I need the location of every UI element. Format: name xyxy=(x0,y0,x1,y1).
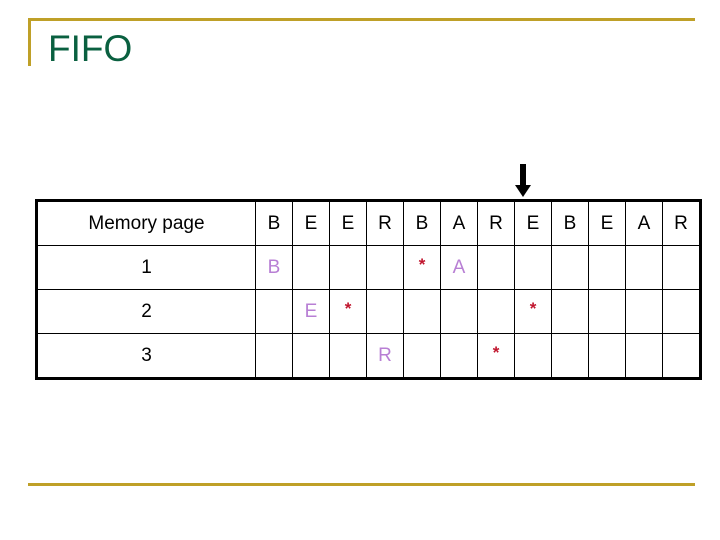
reference-string-cell-10: E xyxy=(588,200,626,246)
frame-1-step-3-cell xyxy=(329,245,367,290)
frame-3-step-5-cell xyxy=(403,333,441,379)
table-body: Memory page B E E R B A R E B E A R 1 B * A 2 E * * 3 R * xyxy=(36,200,701,379)
table-header-row: Memory page B E E R B A R E B E A R xyxy=(36,200,701,246)
frame-1-step-5-cell: * xyxy=(403,245,441,290)
title-accent-rule-top xyxy=(28,18,695,21)
frame-3-step-10-cell xyxy=(588,333,626,379)
page-frame-label-1: 1 xyxy=(36,245,256,290)
page-hit-star-icon: * xyxy=(529,298,537,318)
frame-1-step-4-cell xyxy=(366,245,404,290)
frame-2-step-3-cell: * xyxy=(329,289,367,334)
loaded-page-letter: E xyxy=(304,300,318,322)
title-accent-rule-left xyxy=(28,18,31,66)
frame-3-step-9-cell xyxy=(551,333,589,379)
reference-string-cell-11: A xyxy=(625,200,663,246)
frame-2-step-7-cell xyxy=(477,289,515,334)
reference-string-cell-2: E xyxy=(292,200,330,246)
frame-3-step-11-cell xyxy=(625,333,663,379)
frame-3-step-4-cell: R xyxy=(366,333,404,379)
frame-2-step-4-cell xyxy=(366,289,404,334)
frame-2-step-1-cell xyxy=(255,289,293,334)
frame-1-step-10-cell xyxy=(588,245,626,290)
table-row: 3 R * xyxy=(36,333,701,379)
loaded-page-letter: A xyxy=(452,256,466,278)
reference-string-cell-1: B xyxy=(255,200,293,246)
loaded-page-letter: B xyxy=(267,256,281,278)
frame-2-step-2-cell: E xyxy=(292,289,330,334)
frame-3-step-12-cell xyxy=(662,333,701,379)
frame-3-step-6-cell xyxy=(440,333,478,379)
reference-string-cell-4: R xyxy=(366,200,404,246)
down-arrow-icon xyxy=(513,164,533,198)
slide-header: FIFO xyxy=(0,0,720,120)
memory-page-header-label: Memory page xyxy=(36,200,256,246)
page-frame-label-2: 2 xyxy=(36,289,256,334)
frame-3-step-1-cell xyxy=(255,333,293,379)
page-frame-label-3: 3 xyxy=(36,333,256,379)
frame-3-step-7-cell: * xyxy=(477,333,515,379)
frame-3-step-3-cell xyxy=(329,333,367,379)
frame-2-step-5-cell xyxy=(403,289,441,334)
table-row: 1 B * A xyxy=(36,245,701,290)
page-hit-star-icon: * xyxy=(418,254,426,274)
frame-2-step-8-cell: * xyxy=(514,289,552,334)
frame-2-step-12-cell xyxy=(662,289,701,334)
frame-1-step-7-cell xyxy=(477,245,515,290)
table-row: 2 E * * xyxy=(36,289,701,334)
fifo-page-replacement-table: Memory page B E E R B A R E B E A R 1 B * A 2 E * * 3 R * xyxy=(35,199,702,380)
frame-2-step-11-cell xyxy=(625,289,663,334)
frame-1-step-2-cell xyxy=(292,245,330,290)
reference-string-cell-9: B xyxy=(551,200,589,246)
frame-2-step-10-cell xyxy=(588,289,626,334)
reference-string-cell-5: B xyxy=(403,200,441,246)
frame-1-step-12-cell xyxy=(662,245,701,290)
frame-1-step-1-cell: B xyxy=(255,245,293,290)
frame-1-step-6-cell: A xyxy=(440,245,478,290)
frame-2-step-9-cell xyxy=(551,289,589,334)
frame-1-step-9-cell xyxy=(551,245,589,290)
frame-3-step-8-cell xyxy=(514,333,552,379)
frame-2-step-6-cell xyxy=(440,289,478,334)
reference-string-cell-3: E xyxy=(329,200,367,246)
page-hit-star-icon: * xyxy=(492,342,500,362)
frame-1-step-11-cell xyxy=(625,245,663,290)
page-hit-star-icon: * xyxy=(344,298,352,318)
loaded-page-letter: R xyxy=(378,344,392,366)
frame-1-step-8-cell xyxy=(514,245,552,290)
reference-string-cell-8: E xyxy=(514,200,552,246)
frame-3-step-2-cell xyxy=(292,333,330,379)
page-title: FIFO xyxy=(48,28,133,69)
footer-accent-rule xyxy=(28,483,695,486)
reference-string-cell-12: R xyxy=(662,200,701,246)
reference-string-cell-7: R xyxy=(477,200,515,246)
reference-string-cell-6: A xyxy=(440,200,478,246)
